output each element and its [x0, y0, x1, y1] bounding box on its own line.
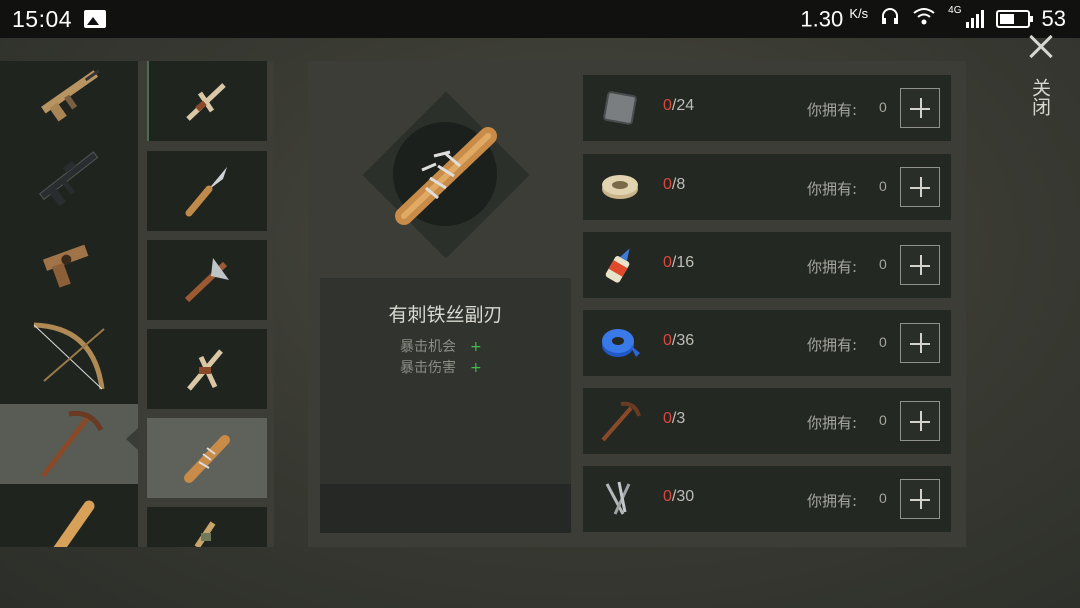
material-count: 0/24 — [663, 97, 694, 115]
signal-icon — [965, 9, 984, 28]
stat-label: 暴击伤害 — [400, 360, 456, 376]
add-material-button[interactable] — [900, 323, 940, 363]
network-speed-unit: K/s — [849, 5, 869, 21]
material-count-current: 0 — [663, 410, 672, 427]
material-count: 0/36 — [663, 332, 694, 350]
owned-label: 你拥有: — [807, 101, 858, 119]
item-bone-pick[interactable] — [147, 61, 267, 141]
material-count-current: 0 — [663, 176, 672, 193]
material-row: 0/3 你拥有: 0 — [583, 388, 951, 454]
add-material-button[interactable] — [900, 167, 940, 207]
gallery-notification-icon — [84, 10, 107, 28]
item-barbed-bat[interactable] — [147, 418, 267, 498]
knife-icon — [185, 167, 227, 217]
network-speed-value: 1.30 — [800, 6, 844, 32]
status-bar: 15:04 1.30 K/s 4G 53 — [0, 0, 1080, 38]
material-count: 0/8 — [663, 176, 685, 194]
owned-label: 你拥有: — [807, 258, 858, 276]
item-preview — [380, 108, 510, 242]
weapon-category-pistol[interactable] — [0, 224, 138, 304]
material-row: 0/16 你拥有: 0 — [583, 232, 951, 298]
material-count: 0/3 — [663, 410, 685, 428]
item-info-footer — [320, 484, 571, 533]
add-material-button[interactable] — [900, 245, 940, 285]
material-count: 0/16 — [663, 254, 694, 272]
bat-icon — [53, 500, 95, 547]
rifle-icon — [39, 151, 99, 207]
selection-arrow — [126, 428, 138, 450]
bow-icon — [33, 322, 105, 390]
weapon-category-rifle[interactable] — [0, 136, 138, 216]
material-count-required: /8 — [671, 176, 686, 193]
wire-spool-icon — [597, 164, 643, 210]
headphones-icon — [880, 6, 900, 32]
weapon-category-bow[interactable] — [0, 317, 138, 397]
bone-tool-icon — [187, 349, 223, 391]
metal-plate-icon — [597, 85, 643, 131]
assault-rifle-icon — [41, 69, 100, 122]
add-material-button[interactable] — [900, 401, 940, 441]
owned-count: 0 — [879, 334, 887, 350]
item-axe[interactable] — [147, 240, 267, 320]
pickaxe-icon — [41, 410, 104, 478]
material-count-required: /24 — [671, 97, 695, 114]
stat-label: 暴击机会 — [400, 339, 456, 355]
material-row: 0/24 你拥有: 0 — [583, 75, 951, 141]
stat-plus: + — [470, 360, 482, 376]
stat-crit-chance: 暴击机会 + — [400, 336, 482, 356]
owned-count: 0 — [879, 490, 887, 506]
material-count-current: 0 — [663, 97, 672, 114]
material-count-required: /36 — [671, 332, 695, 349]
owned-label: 你拥有: — [807, 492, 858, 510]
material-row: 0/30 你拥有: 0 — [583, 466, 951, 532]
material-count-required: /3 — [671, 410, 686, 427]
close-icon[interactable] — [1024, 30, 1058, 64]
battery-fill — [999, 13, 1014, 24]
network-speed: 1.30 K/s — [800, 6, 868, 32]
barbed-bat-icon — [184, 435, 230, 483]
network-type: 4G — [948, 5, 962, 17]
weapon-category-melee[interactable] — [0, 404, 138, 484]
item-knife[interactable] — [147, 151, 267, 231]
nails-icon — [597, 476, 643, 522]
barbed-bat-large-icon — [395, 127, 497, 225]
material-count-current: 0 — [663, 254, 672, 271]
material-count-required: /16 — [671, 254, 695, 271]
material-count-current: 0 — [663, 488, 672, 505]
add-material-button[interactable] — [900, 88, 940, 128]
owned-label: 你拥有: — [807, 336, 858, 354]
owned-count: 0 — [879, 99, 887, 115]
owned-label: 你拥有: — [807, 180, 858, 198]
material-count: 0/30 — [663, 488, 694, 506]
item-name: 有刺铁丝副刃 — [388, 304, 503, 326]
item-bone-tool[interactable] — [147, 329, 267, 409]
status-time: 15:04 — [12, 5, 73, 32]
weapon-category-assault-rifle[interactable] — [0, 61, 138, 131]
weapon-category-list[interactable] — [0, 61, 138, 547]
club-icon — [194, 521, 216, 547]
owned-count: 0 — [879, 178, 887, 194]
close-button-label[interactable]: 关闭 — [1029, 78, 1054, 116]
bone-pick-icon — [186, 83, 226, 121]
material-count-required: /30 — [671, 488, 695, 505]
add-material-button[interactable] — [900, 479, 940, 519]
stat-plus: + — [470, 339, 482, 355]
material-row: 0/36 你拥有: 0 — [583, 310, 951, 376]
owned-count: 0 — [879, 412, 887, 428]
wifi-icon — [912, 6, 936, 32]
material-count-current: 0 — [663, 332, 672, 349]
duct-tape-icon — [597, 320, 643, 366]
pickaxe-icon — [597, 398, 643, 444]
battery-percent: 53 — [1041, 5, 1066, 31]
owned-label: 你拥有: — [807, 414, 858, 432]
stat-crit-damage: 暴击伤害 + — [400, 357, 482, 377]
battery-icon — [995, 9, 1033, 28]
axe-icon — [184, 258, 229, 303]
owned-count: 0 — [879, 256, 887, 272]
item-club[interactable] — [147, 507, 267, 547]
pistol-icon — [42, 244, 89, 288]
weapon-category-bat[interactable] — [0, 491, 138, 547]
glue-bottle-icon — [597, 242, 643, 288]
material-row: 0/8 你拥有: 0 — [583, 154, 951, 220]
